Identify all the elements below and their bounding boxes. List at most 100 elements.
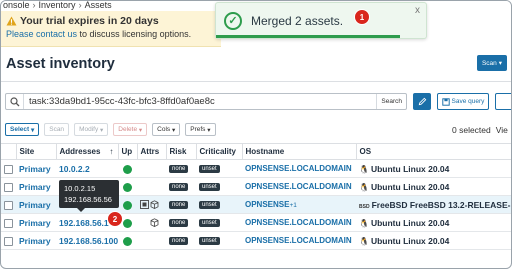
risk-badge: none bbox=[169, 183, 189, 192]
column-header-criticality[interactable]: Criticality bbox=[196, 143, 243, 160]
trial-banner-title: Your trial expires in 20 days bbox=[20, 15, 159, 27]
table-toolbar: Select ▾ Scan Modify ▾ Delete ▾ Cols ▾ P… bbox=[5, 123, 216, 136]
pencil-icon bbox=[418, 97, 426, 106]
divider bbox=[1, 81, 511, 82]
column-header-site[interactable]: Site bbox=[16, 143, 57, 160]
callout-badge-2: 2 bbox=[107, 211, 123, 227]
address-cell[interactable]: 10.0.2.2 bbox=[56, 159, 118, 178]
row-checkbox[interactable] bbox=[4, 164, 13, 174]
up-cell bbox=[118, 231, 137, 250]
toast-message: Merged 2 assets. bbox=[251, 13, 344, 28]
up-cell bbox=[118, 177, 137, 196]
prefs-dropdown[interactable]: Prefs ▾ bbox=[185, 123, 216, 136]
table-row[interactable]: Primary 10.0.2.2 none unset OPNSENSE.LOC… bbox=[1, 159, 511, 178]
up-cell bbox=[118, 159, 137, 178]
row-checkbox[interactable] bbox=[4, 218, 13, 228]
toast-progress-bar bbox=[216, 35, 400, 38]
row-checkbox-cell bbox=[1, 195, 16, 214]
status-up-icon bbox=[123, 236, 132, 246]
linux-icon: 🐧 bbox=[359, 218, 369, 228]
site-cell[interactable]: Primary bbox=[16, 213, 56, 232]
modify-dropdown[interactable]: Modify ▾ bbox=[74, 123, 109, 136]
linux-icon: 🐧 bbox=[359, 182, 369, 192]
column-header-addresses[interactable]: Addresses ↑ bbox=[56, 143, 119, 160]
hostname-cell[interactable]: OPNSENSE.LOCALDOMAIN bbox=[242, 213, 356, 232]
scan-button-label: Scan bbox=[481, 59, 497, 67]
site-cell[interactable]: Primary bbox=[16, 195, 56, 214]
criticality-badge: unset bbox=[199, 183, 220, 192]
cols-label: Cols bbox=[157, 126, 171, 133]
addresses-header-label: Addresses bbox=[59, 147, 101, 156]
hostname-cell[interactable]: OPNSENSE.LOCALDOMAIN bbox=[242, 231, 356, 250]
column-header-hostname[interactable]: Hostname bbox=[242, 143, 357, 160]
risk-cell: none bbox=[166, 231, 196, 250]
edit-query-button[interactable] bbox=[413, 93, 431, 110]
hostname-cell[interactable]: OPNSENSE.LOCALDOMAIN bbox=[242, 159, 356, 178]
attrs-cell bbox=[137, 177, 166, 196]
scan-button[interactable]: Scan ▾ bbox=[477, 55, 507, 71]
view-text[interactable]: Vie bbox=[496, 125, 508, 135]
success-toast: ✓ Merged 2 assets. x bbox=[215, 2, 427, 39]
hostname-more-count[interactable]: +1 bbox=[289, 202, 296, 209]
row-checkbox[interactable] bbox=[4, 236, 13, 246]
linux-icon: 🐧 bbox=[359, 236, 369, 246]
select-dropdown[interactable]: Select ▾ bbox=[5, 123, 40, 136]
os-label: Ubuntu Linux 20.04 bbox=[370, 163, 450, 174]
save-icon bbox=[441, 97, 450, 106]
chevron-down-icon: ▾ bbox=[498, 60, 503, 67]
hostname-cell[interactable]: OPNSENSE.LOCALDOMAIN bbox=[242, 177, 356, 196]
save-query-button[interactable]: Save query bbox=[437, 93, 489, 110]
delete-dropdown[interactable]: Delete ▾ bbox=[113, 123, 148, 136]
breadcrumb-separator: › bbox=[32, 0, 36, 10]
column-header-up[interactable]: Up bbox=[118, 143, 138, 160]
column-header-os[interactable]: OS bbox=[356, 143, 511, 160]
row-checkbox-cell bbox=[1, 231, 16, 250]
os-cell: 🐧 Ubuntu Linux 20.04 bbox=[356, 159, 511, 178]
status-up-icon bbox=[123, 218, 132, 228]
site-cell[interactable]: Primary bbox=[16, 159, 56, 178]
criticality-badge: unset bbox=[199, 237, 220, 246]
row-checkbox[interactable] bbox=[4, 200, 13, 210]
save-query-label: Save query bbox=[451, 98, 485, 105]
attrs-cell bbox=[137, 159, 166, 178]
header-checkbox-cell bbox=[1, 143, 17, 160]
risk-badge: none bbox=[169, 237, 189, 246]
os-label: Ubuntu Linux 20.04 bbox=[370, 235, 450, 246]
tooltip-address-1: 10.0.2.15 bbox=[64, 184, 96, 193]
column-header-attrs[interactable]: Attrs bbox=[137, 143, 167, 160]
row-checkbox-cell bbox=[1, 213, 16, 232]
address-cell[interactable]: 192.168.56.100 bbox=[56, 231, 118, 250]
callout-badge-1: 1 bbox=[354, 9, 370, 25]
table-row[interactable]: Primary 192.168.56.100 none unset OPNSEN… bbox=[1, 231, 511, 250]
selection-count: 0 selected Vie bbox=[452, 125, 508, 135]
row-checkbox-cell bbox=[1, 177, 16, 196]
search-button[interactable]: Search bbox=[376, 94, 406, 109]
os-cell: 🐧 Ubuntu Linux 20.04 bbox=[356, 213, 511, 232]
breadcrumb-console[interactable]: onsole bbox=[3, 1, 30, 10]
risk-badge: none bbox=[169, 165, 189, 174]
contact-us-link[interactable]: Please contact us bbox=[6, 29, 77, 39]
search-input[interactable] bbox=[24, 96, 364, 107]
os-cell: 🐧 Ubuntu Linux 20.04 bbox=[356, 231, 511, 250]
sort-arrow-icon: ↑ bbox=[109, 147, 114, 156]
scan-action-button[interactable]: Scan bbox=[44, 123, 70, 136]
breadcrumb-inventory[interactable]: Inventory bbox=[39, 1, 76, 10]
trial-banner-rest: to discuss licensing options. bbox=[77, 29, 192, 39]
table-row[interactable]: Primary 192.168.56.1 none unset OPNSENSE… bbox=[1, 213, 511, 232]
hostname-cell[interactable]: OPNSENSE+1 bbox=[242, 195, 356, 214]
address-tooltip: 10.0.2.15 192.168.56.56 bbox=[59, 180, 119, 212]
criticality-badge: unset bbox=[199, 165, 220, 174]
row-checkbox[interactable] bbox=[4, 182, 13, 192]
cols-dropdown[interactable]: Cols ▾ bbox=[152, 123, 181, 136]
delete-label: Delete bbox=[118, 126, 138, 133]
column-header-risk[interactable]: Risk bbox=[166, 143, 197, 160]
attrs-cell bbox=[137, 213, 166, 232]
share-button[interactable] bbox=[495, 93, 511, 110]
criticality-cell: unset bbox=[196, 177, 242, 196]
os-cell: 🐧 Ubuntu Linux 20.04 bbox=[356, 177, 511, 196]
row-checkbox-cell bbox=[1, 159, 16, 178]
site-cell[interactable]: Primary bbox=[16, 231, 56, 250]
site-cell[interactable]: Primary bbox=[16, 177, 56, 196]
breadcrumb-separator: › bbox=[78, 0, 82, 10]
close-icon[interactable]: x bbox=[415, 5, 420, 16]
